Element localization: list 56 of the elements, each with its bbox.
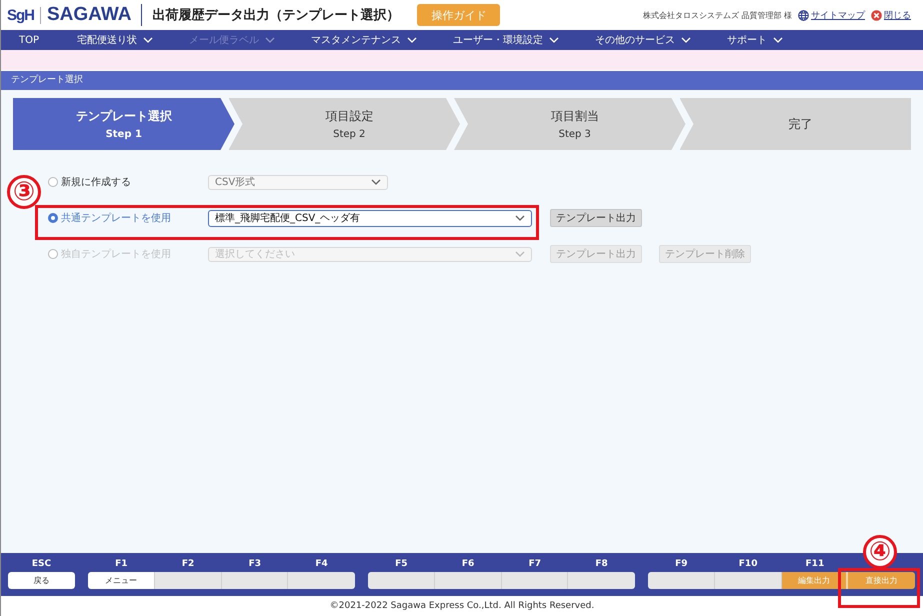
chevron-down-icon (143, 37, 154, 43)
function-button[interactable] (434, 572, 502, 589)
function-button[interactable] (222, 572, 288, 589)
key-label: F11 (806, 559, 824, 569)
section-title: テンプレート選択 (1, 71, 923, 90)
page-title: 出荷履歴データ出力（テンプレート選択） (151, 6, 400, 24)
chevron-down-icon (371, 179, 381, 185)
nav-item[interactable]: マスタメンテナンス (311, 33, 418, 47)
radio-option[interactable]: 新規に作成する (48, 175, 131, 189)
function-button[interactable] (568, 572, 635, 589)
step-indicator: 完了 (680, 98, 911, 150)
function-button[interactable] (502, 572, 568, 589)
dropdown[interactable]: 標準_飛脚宅配便_CSV_ヘッダ有 (208, 210, 532, 226)
chevron-down-icon (265, 37, 276, 43)
function-button[interactable] (648, 572, 715, 589)
globe-icon (798, 10, 809, 20)
template-button[interactable]: テンプレート出力 (550, 209, 642, 227)
key-label: F1 (115, 559, 128, 569)
nav-item[interactable]: その他のサービス (595, 33, 692, 47)
chevron-down-icon (549, 37, 560, 43)
brand-logo: SAGAWA (41, 4, 142, 26)
key-label: F4 (315, 559, 328, 569)
key-label: F8 (595, 559, 608, 569)
chevron-down-icon (681, 37, 692, 43)
key-label: ESC (32, 559, 52, 569)
key-label: F6 (462, 559, 474, 569)
key-label: F3 (248, 559, 262, 569)
chevron-down-icon (407, 37, 418, 43)
key-label: F2 (182, 559, 194, 569)
radio-option[interactable]: 共通テンプレートを使用 (48, 211, 171, 225)
nav-item[interactable]: ユーザー・環境設定 (453, 33, 560, 47)
function-button[interactable] (368, 572, 435, 589)
key-label: F9 (675, 559, 688, 569)
nav-item[interactable]: サポート (727, 33, 784, 47)
close-link[interactable]: 閉じる (884, 8, 911, 22)
function-button[interactable] (714, 572, 782, 589)
close-icon (871, 10, 882, 20)
key-label: F5 (395, 559, 408, 569)
step-indicator: テンプレート選択 Step 1 (13, 98, 234, 150)
function-button[interactable]: メニュー (88, 572, 155, 589)
key-label: F7 (528, 559, 542, 569)
key-label: F10 (738, 559, 758, 569)
chevron-down-icon (773, 37, 784, 43)
sitemap-link[interactable]: サイトマップ (811, 8, 865, 22)
logo-mark: SgH (7, 6, 41, 24)
chevron-down-icon (515, 251, 525, 257)
function-button[interactable]: 戻る (8, 572, 75, 589)
nav-item[interactable]: TOP (19, 34, 40, 46)
function-button[interactable] (154, 572, 222, 589)
step-indicator: 項目割当 Step 3 (454, 98, 686, 150)
dropdown[interactable]: CSV形式 (208, 174, 388, 190)
function-button[interactable] (288, 572, 355, 589)
user-name: 株式会社タロスシステムズ 品質管理部 様 (642, 10, 792, 20)
nav-item[interactable]: 宅配便送り状 (77, 33, 154, 47)
chevron-down-icon (515, 215, 525, 221)
step-indicator: 項目設定 Step 2 (228, 98, 460, 150)
